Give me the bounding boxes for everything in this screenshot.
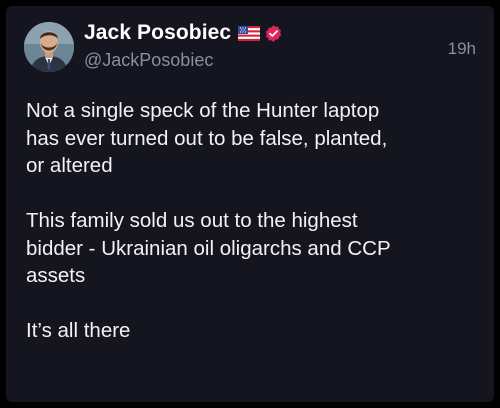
post-text-line: has ever turned out to be false, planted… <box>26 126 388 150</box>
post-text-line: assets <box>26 264 86 287</box>
post-text-line: Not a single speck of the Hunter laptop <box>26 99 380 122</box>
post-text-line: This family sold us out to the highest <box>26 209 358 232</box>
post-text-line: It’s all there <box>26 319 131 342</box>
avatar[interactable] <box>24 22 74 72</box>
post-card: Jack Posobiec @JackPosobiec 19h Not a si… <box>6 6 494 402</box>
author-handle[interactable]: @JackPosobiec <box>84 50 213 71</box>
post-text-line: or altered <box>26 154 113 177</box>
post-text: Not a single speck of the Hunter laptop … <box>26 97 486 372</box>
post-timestamp[interactable]: 19h <box>448 39 476 59</box>
post-paragraph: This family sold us out to the highest b… <box>26 207 486 290</box>
post-paragraph: Not a single speck of the Hunter laptop … <box>26 97 486 180</box>
author-name-row: Jack Posobiec <box>84 20 283 46</box>
post-paragraph: It’s all there <box>26 317 486 345</box>
verified-badge-icon <box>264 24 283 43</box>
us-flag-icon <box>238 25 261 41</box>
post-text-line: bidder - Ukrainian oil oligarchs and CCP <box>26 236 391 260</box>
author-name[interactable]: Jack Posobiec <box>84 21 231 45</box>
